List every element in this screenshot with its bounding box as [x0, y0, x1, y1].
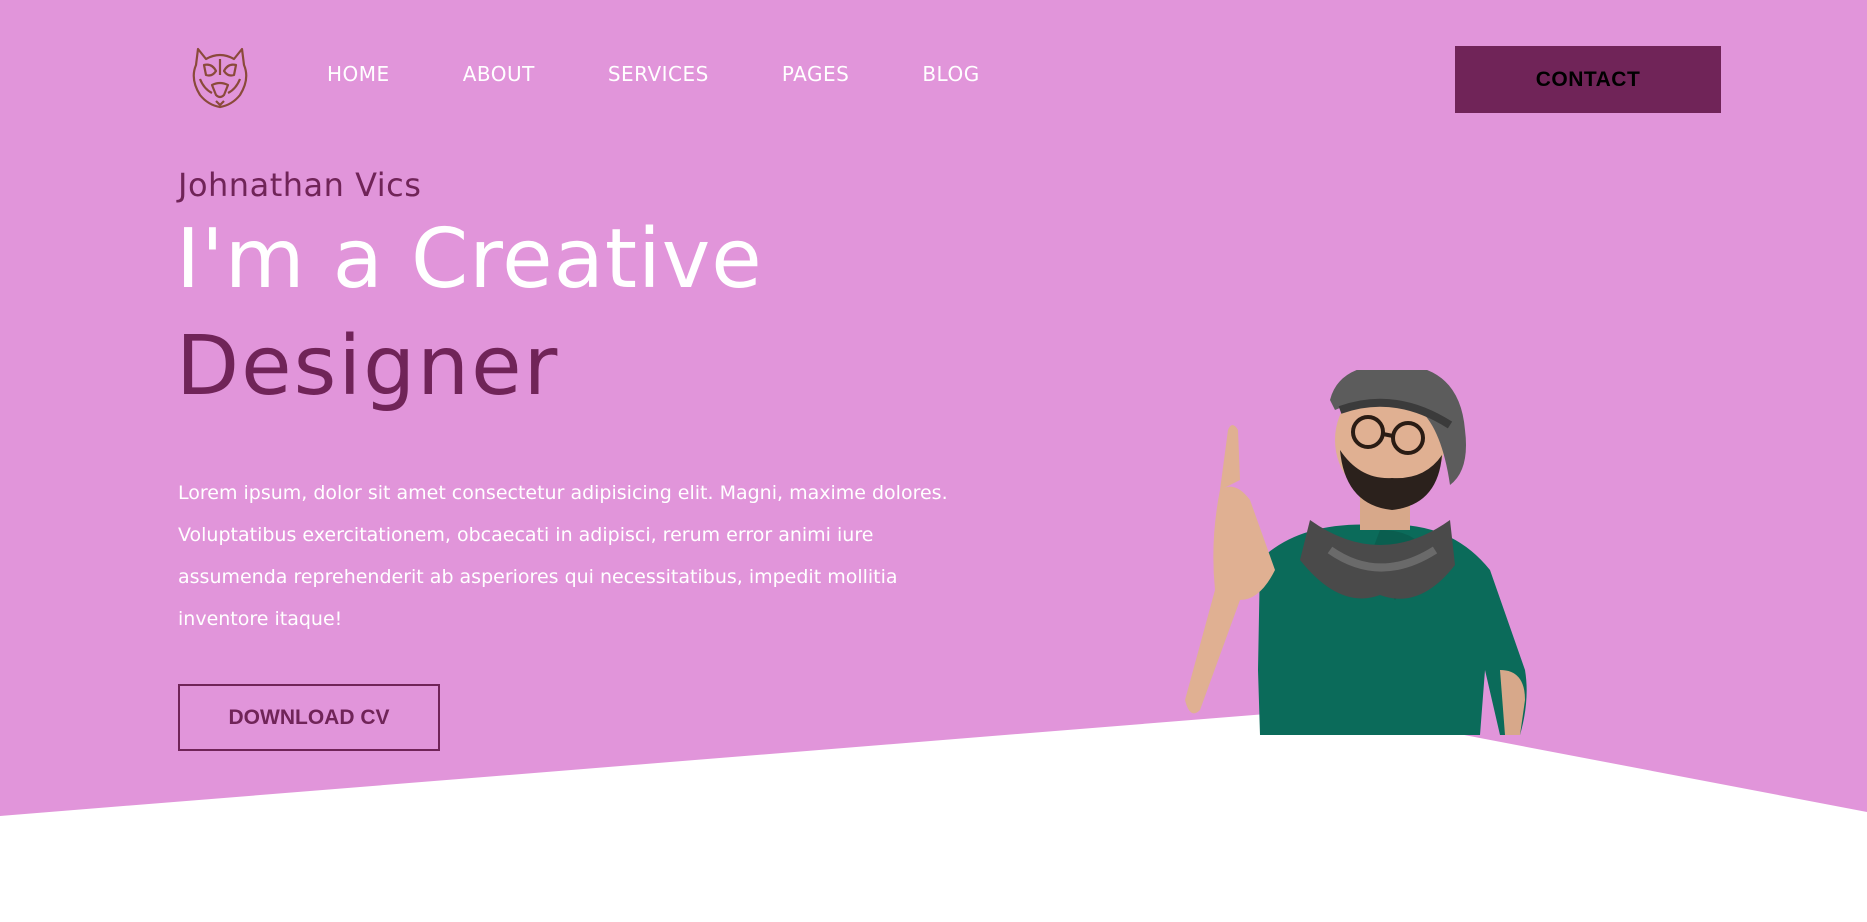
nav-link-pages[interactable]: PAGES [782, 62, 849, 86]
headline-line-2: Designer [176, 319, 560, 414]
designer-name: Johnathan Vics [178, 166, 422, 204]
nav-link-services[interactable]: SERVICES [608, 62, 709, 86]
nav-link-blog[interactable]: BLOG [922, 62, 979, 86]
navbar: HOME ABOUT SERVICES PAGES BLOG CONTACT [0, 0, 1867, 160]
designer-pointing-up-photo [1180, 364, 1560, 740]
nav-link-about[interactable]: ABOUT [463, 62, 535, 86]
headline-line-1: I'm a Creative [176, 212, 763, 307]
main-nav: HOME ABOUT SERVICES PAGES BLOG [327, 62, 1053, 86]
nav-link-home[interactable]: HOME [327, 62, 390, 86]
bio-paragraph: Lorem ipsum, dolor sit amet consectetur … [178, 482, 948, 630]
tiger-head-logo-icon[interactable] [190, 45, 250, 109]
download-cv-button[interactable]: DOWNLOAD CV [178, 684, 440, 751]
contact-button[interactable]: CONTACT [1455, 46, 1721, 113]
hero-section: HOME ABOUT SERVICES PAGES BLOG CONTACT J… [0, 0, 1867, 922]
